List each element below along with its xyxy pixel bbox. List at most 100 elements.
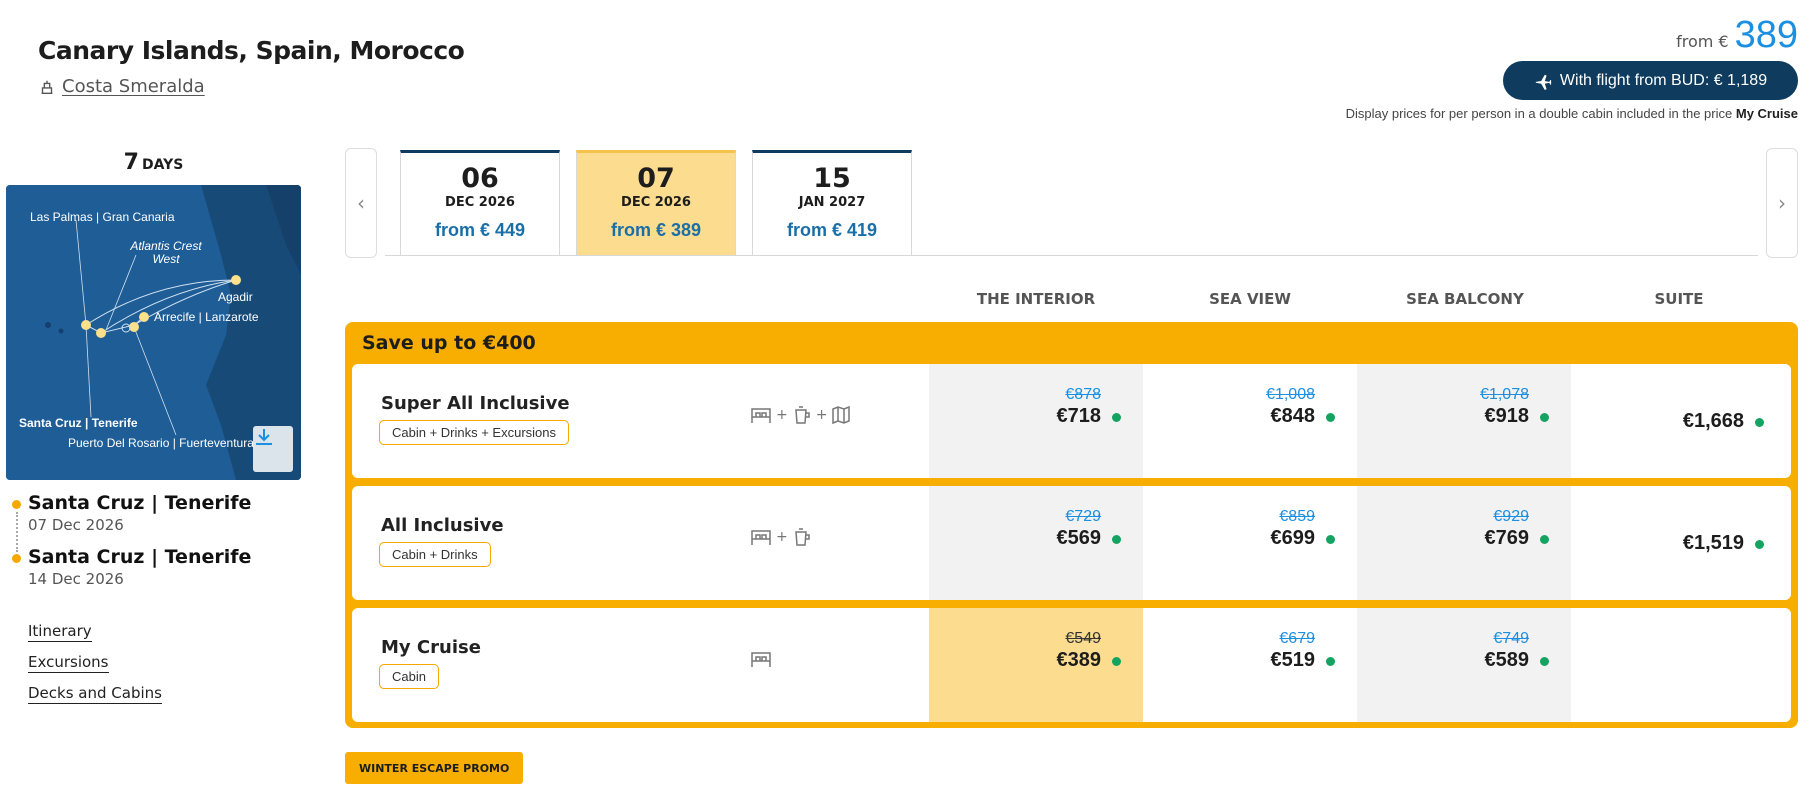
map-label-las-palmas: Las Palmas | Gran Canaria: [30, 210, 175, 224]
download-icon: [256, 429, 272, 445]
price-cell-suite[interactable]: €1,668: [1572, 364, 1786, 478]
date-tab-day: 06: [461, 163, 499, 194]
date-tab-06-dec[interactable]: 06 DEC 2026 from € 449: [400, 150, 560, 256]
new-price: €519: [1143, 649, 1335, 672]
new-price: €589: [1357, 649, 1549, 672]
price-cell-sea-view[interactable]: €679 €519: [1143, 608, 1357, 722]
drink-icon: [794, 528, 810, 546]
from-price: from € 389: [1676, 14, 1798, 57]
date-tab-month: DEC 2026: [445, 195, 515, 210]
map-icon: [832, 405, 851, 425]
arrival-port-name: Santa Cruz | Tenerife: [28, 546, 252, 568]
price-cell-sea-view[interactable]: €859 €699: [1143, 486, 1357, 600]
arrival-port: Santa Cruz | Tenerife 14 Dec 2026: [12, 546, 251, 600]
departure-dot: [12, 500, 21, 509]
availability-dot: [1755, 418, 1764, 427]
fare-name: Super All Inclusive: [381, 393, 570, 414]
fare-name: My Cruise: [381, 637, 481, 658]
route-map[interactable]: Las Palmas | Gran Canaria Atlantis Crest…: [6, 185, 301, 480]
date-tab-day: 07: [637, 163, 675, 194]
availability-dot: [1540, 535, 1549, 544]
days-number: 7: [123, 150, 139, 175]
cruise-duration: 7 DAYS: [6, 150, 301, 175]
carousel-prev-button[interactable]: ‹: [345, 148, 377, 258]
ship-link[interactable]: Costa Smeralda: [38, 76, 205, 97]
old-price: €929: [1493, 508, 1529, 525]
bed-icon: [751, 652, 771, 667]
column-header-suite: SUITE: [1654, 290, 1704, 308]
fare-row-my-cruise: My Cruise Cabin €549 €389 €679 €519 €749…: [352, 608, 1791, 722]
map-label-puerto: Puerto Del Rosario | Fuerteventura: [68, 436, 254, 450]
new-price: €918: [1357, 405, 1549, 428]
date-tab-month: JAN 2027: [798, 195, 866, 210]
fare-row-all-inclusive: All Inclusive Cabin + Drinks + €729 €569…: [352, 486, 1791, 600]
from-price-value: 389: [1734, 14, 1798, 56]
price-cell-sea-balcony[interactable]: €749 €589: [1357, 608, 1571, 722]
price-cell-sea-balcony[interactable]: €1,078 €918: [1357, 364, 1571, 478]
plus-icon: +: [776, 529, 788, 545]
price-cell-sea-balcony[interactable]: €929 €769: [1357, 486, 1571, 600]
availability-dot: [1112, 657, 1121, 666]
new-price-value: €1,668: [1682, 410, 1744, 432]
new-price: €1,519: [1572, 532, 1764, 555]
itinerary-link[interactable]: Itinerary: [28, 622, 92, 642]
bed-icon: [751, 530, 771, 545]
availability-dot: [1540, 413, 1549, 422]
side-links: Itinerary Excursions Decks and Cabins: [28, 622, 162, 715]
departure-date: 07 Dec 2026: [28, 516, 124, 534]
availability-dot: [1540, 657, 1549, 666]
map-label-atlantis: Atlantis Crest West: [130, 239, 202, 266]
date-tab-07-dec[interactable]: 07 DEC 2026 from € 389: [576, 150, 736, 256]
page-title: Canary Islands, Spain, Morocco: [38, 36, 465, 65]
fare-icons: + +: [749, 404, 852, 426]
old-price: €679: [1279, 630, 1315, 647]
fare-tag: Cabin + Drinks + Excursions: [379, 420, 570, 445]
drink-icon: [794, 406, 810, 424]
map-label-santa-cruz: Santa Cruz | Tenerife: [19, 416, 138, 430]
date-tab-price: from € 419: [786, 220, 878, 240]
price-cell-sea-view[interactable]: €1,008 €848: [1143, 364, 1357, 478]
map-download-button[interactable]: [253, 426, 293, 472]
map-label-arrecife: Arrecife | Lanzarote: [154, 310, 259, 324]
column-header-sea-view: SEA VIEW: [1209, 290, 1291, 308]
date-tab-month: DEC 2026: [621, 195, 691, 210]
new-price-value: €918: [1484, 405, 1530, 427]
plus-icon: +: [776, 407, 788, 423]
winter-promo-badge[interactable]: WINTER ESCAPE PROMO: [345, 752, 524, 784]
departure-port: Santa Cruz | Tenerife 07 Dec 2026: [12, 492, 251, 546]
decks-cabins-link[interactable]: Decks and Cabins: [28, 684, 162, 704]
new-price: €389: [929, 649, 1121, 672]
flight-button-label: With flight from BUD: € 1,189: [1559, 71, 1768, 89]
fare-row-super-all-inclusive: Super All Inclusive Cabin + Drinks + Exc…: [352, 364, 1791, 478]
availability-dot: [1755, 540, 1764, 549]
carousel-next-button[interactable]: ›: [1766, 148, 1798, 258]
fare-icons: +: [749, 526, 813, 548]
date-tab-15-jan[interactable]: 15 JAN 2027 from € 419: [752, 150, 912, 256]
availability-dot: [1326, 535, 1335, 544]
price-cell-interior-selected[interactable]: €549 €389: [929, 608, 1143, 722]
availability-dot: [1326, 657, 1335, 666]
new-price: €769: [1357, 527, 1549, 550]
port-list: Santa Cruz | Tenerife 07 Dec 2026 Santa …: [12, 492, 251, 600]
old-price: €549: [1065, 630, 1101, 647]
arrival-dot: [12, 554, 21, 563]
old-price: €729: [1065, 508, 1101, 525]
new-price: €718: [929, 405, 1121, 428]
departure-port-name: Santa Cruz | Tenerife: [28, 492, 252, 514]
availability-dot: [1112, 535, 1121, 544]
fare-icons: [749, 648, 773, 670]
plane-icon: [1535, 74, 1552, 90]
date-tab-day: 15: [813, 163, 851, 194]
date-tab-price: from € 389: [610, 220, 702, 240]
new-price-value: €569: [1056, 527, 1102, 549]
fare-name: All Inclusive: [381, 515, 504, 536]
price-cell-suite[interactable]: €1,519: [1572, 486, 1786, 600]
old-price: €749: [1493, 630, 1529, 647]
new-price: €848: [1143, 405, 1335, 428]
flight-button[interactable]: With flight from BUD: € 1,189: [1503, 61, 1798, 100]
price-note-bold: My Cruise: [1735, 106, 1798, 121]
price-cell-interior[interactable]: €729 €569: [929, 486, 1143, 600]
excursions-link[interactable]: Excursions: [28, 653, 109, 673]
price-cell-interior[interactable]: €878 €718: [929, 364, 1143, 478]
old-price: €1,078: [1480, 386, 1529, 403]
